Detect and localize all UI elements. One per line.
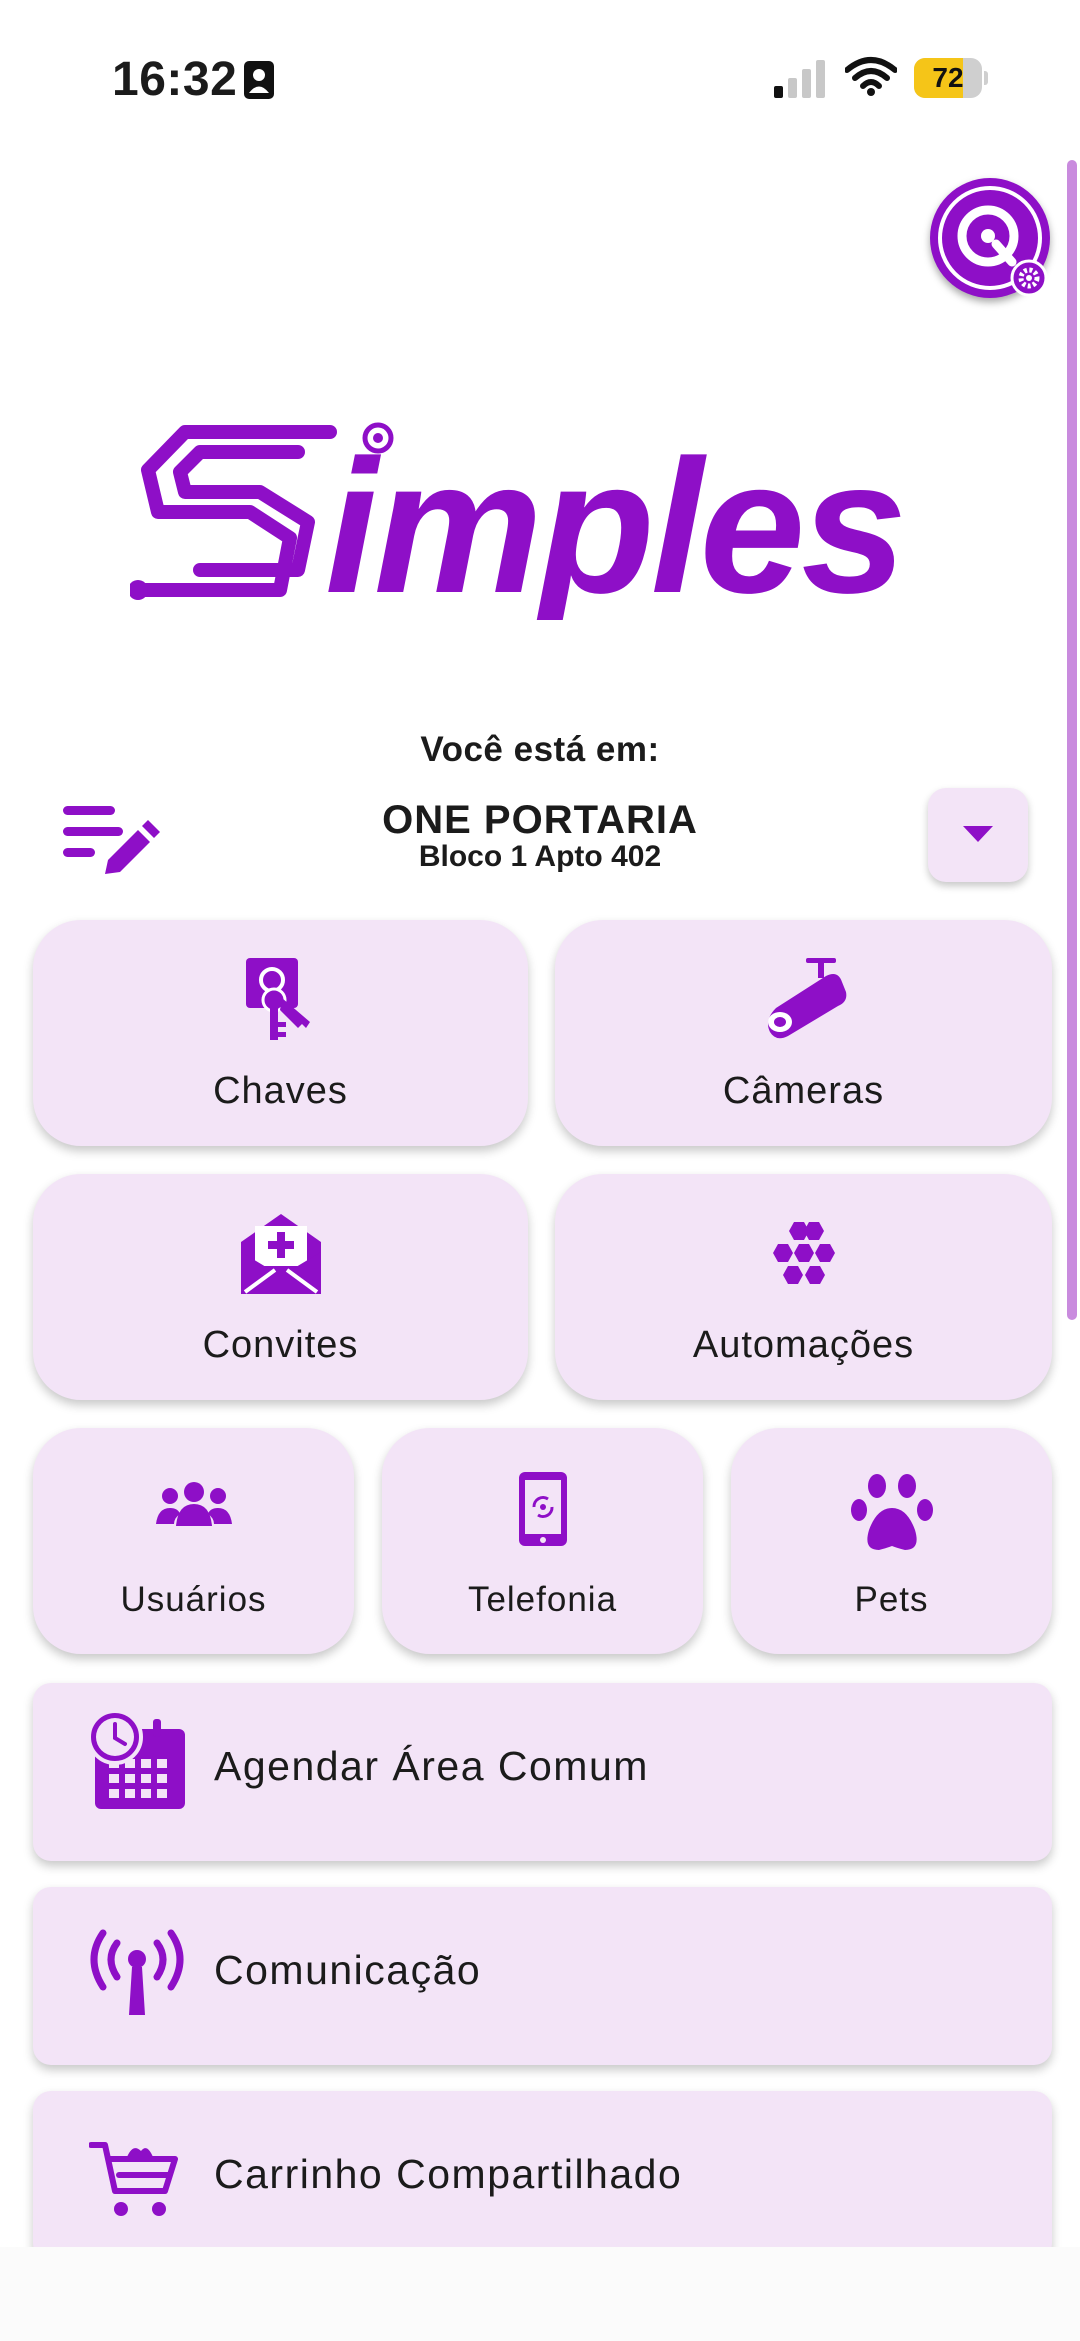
status-bar: 16:32 72 <box>0 0 1080 150</box>
tile-chaves[interactable]: Chaves <box>33 920 528 1146</box>
row-label: Agendar Área Comum <box>214 1743 649 1789</box>
contact-card-icon <box>244 61 274 99</box>
tile-label: Usuários <box>120 1580 267 1619</box>
row-carrinho-compartilhado[interactable]: Carrinho Compartilhado <box>33 2091 1052 2261</box>
tile-pets[interactable]: Pets <box>731 1428 1052 1654</box>
tile-label: Chaves <box>213 1070 348 1112</box>
hexagons-icon <box>772 1222 835 1284</box>
invite-envelope-icon <box>240 1214 321 1294</box>
tile-convites[interactable]: Convites <box>33 1174 528 1400</box>
cart-icon <box>89 2142 178 2216</box>
row-label: Comunicação <box>214 1947 482 1993</box>
row-comunicacao[interactable]: Comunicação <box>33 1887 1052 2065</box>
location-unit: Bloco 1 Apto 402 <box>418 840 662 873</box>
simples-logo: imples <box>130 421 907 620</box>
tile-automacoes[interactable]: Automações <box>555 1174 1052 1400</box>
status-time: 16:32 <box>112 53 238 106</box>
paw-icon <box>850 1474 933 1550</box>
tile-label: Telefonia <box>467 1580 618 1619</box>
tile-label: Pets <box>854 1580 929 1619</box>
chat-settings-icon <box>957 205 1048 297</box>
battery-indicator: 72 <box>914 58 988 98</box>
location-dropdown-button[interactable] <box>928 788 1028 882</box>
svg-text:imples: imples <box>325 421 903 620</box>
users-icon <box>155 1482 232 1526</box>
cellular-signal-icon <box>774 60 825 98</box>
camera-icon <box>767 958 846 1039</box>
tile-telefonia[interactable]: Telefonia <box>382 1428 703 1654</box>
tile-label: Câmeras <box>722 1070 885 1112</box>
bottom-safe-area <box>0 2247 1080 2341</box>
location-caption: Você está em: <box>420 730 660 769</box>
support-fab-button[interactable] <box>930 178 1050 298</box>
row-agendar-area-comum[interactable]: Agendar Área Comum <box>33 1683 1052 1861</box>
calendar-clock-icon <box>87 1709 185 1809</box>
row-label: Carrinho Compartilhado <box>214 2151 683 2197</box>
antenna-icon <box>90 1929 184 2015</box>
tile-label: Automações <box>692 1324 915 1366</box>
tile-label: Convites <box>202 1324 359 1366</box>
battery-percent: 72 <box>932 62 964 93</box>
wifi-icon <box>845 57 897 96</box>
tile-usuarios[interactable]: Usuários <box>33 1428 354 1654</box>
tile-cameras[interactable]: Câmeras <box>555 920 1052 1146</box>
phone-tablet-icon <box>518 1472 567 1546</box>
keys-icon <box>245 958 310 1040</box>
location-name: ONE PORTARIA <box>382 798 698 842</box>
caret-down-icon <box>963 826 993 842</box>
